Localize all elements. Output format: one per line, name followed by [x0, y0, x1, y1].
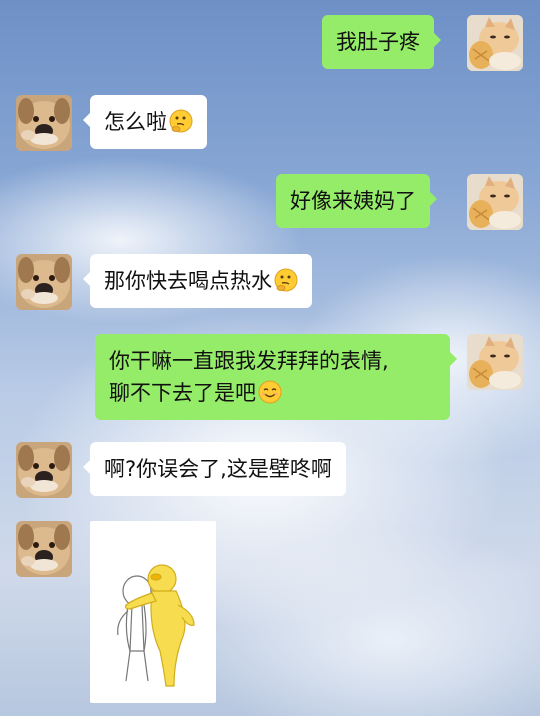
message-text: 那你快去喝点热水 — [104, 269, 272, 293]
cat-avatar-icon[interactable] — [467, 334, 523, 390]
dog-avatar-icon[interactable] — [16, 442, 72, 498]
message-bubble[interactable]: 啊?你误会了,这是壁咚啊 — [83, 442, 346, 496]
cat-avatar-icon[interactable] — [467, 174, 523, 230]
message-text: 怎么啦 — [104, 110, 167, 134]
message-bubble[interactable]: 好像来姨妈了 — [276, 174, 437, 228]
message-bubble[interactable]: 那你快去喝点热水 — [83, 254, 312, 308]
message-text: 我肚子疼 — [336, 30, 420, 54]
message-bubble[interactable]: 我肚子疼 — [322, 15, 441, 69]
dog-avatar-icon[interactable] — [16, 95, 72, 151]
wall-slam-sticker-icon[interactable] — [90, 521, 216, 703]
message-bubble[interactable]: 你干嘛一直跟我发拜拜的表情, 聊不下去了是吧 — [95, 334, 457, 420]
message-text: 好像来姨妈了 — [290, 189, 416, 213]
cat-avatar-icon[interactable] — [467, 15, 523, 71]
smiling-face-icon — [258, 380, 282, 404]
message-bubble[interactable]: 怎么啦 — [83, 95, 207, 149]
message-text-line: 你干嘛一直跟我发拜拜的表情, — [109, 349, 389, 373]
message-text-line: 聊不下去了是吧 — [109, 381, 256, 405]
thinking-face-icon — [274, 268, 298, 292]
message-text: 啊?你误会了,这是壁咚啊 — [104, 457, 332, 481]
dog-avatar-icon[interactable] — [16, 521, 72, 577]
thinking-face-icon — [169, 109, 193, 133]
dog-avatar-icon[interactable] — [16, 254, 72, 310]
